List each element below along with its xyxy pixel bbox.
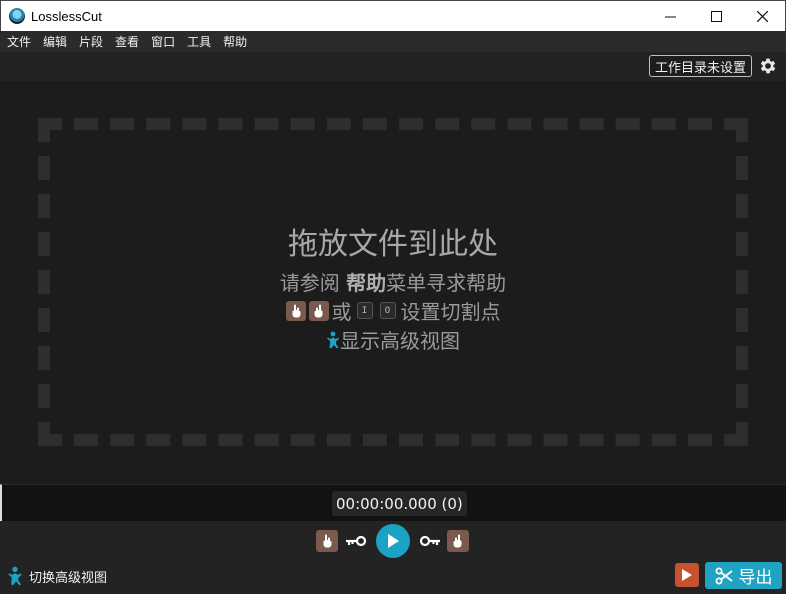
set-cut-end-button[interactable] (308, 300, 329, 321)
playback-controls: 切换高级视图 导出 (0, 521, 786, 594)
minimize-button[interactable] (647, 1, 693, 31)
export-label: 导出 (738, 568, 773, 588)
minimize-icon (664, 16, 676, 17)
keyframe-prev-icon[interactable] (345, 532, 367, 550)
toggle-advanced-view-label: 切换高级视图 (29, 570, 108, 586)
scissors-icon (715, 567, 733, 584)
menu-view[interactable]: 查看 (115, 33, 139, 50)
menu-segments[interactable]: 片段 (79, 33, 103, 50)
cut-or-text: 或 (331, 300, 352, 324)
drop-title: 拖放文件到此处 (288, 227, 498, 262)
play-icon (388, 534, 399, 548)
set-cut-end-control[interactable] (447, 530, 469, 552)
hand-end-icon (453, 534, 462, 548)
menu-bar: 文件 编辑 片段 查看 窗口 工具 帮助 (0, 31, 786, 52)
menu-help[interactable]: 帮助 (223, 33, 247, 50)
set-cut-start-button[interactable] (285, 300, 306, 321)
cutpoint-hint: 或 I O 设置切割点 (0, 296, 786, 325)
toggle-advanced-view-button[interactable]: 切换高级视图 (7, 565, 107, 587)
advanced-view-text: 显示高级视图 (340, 329, 460, 353)
help-hint: 请参阅 帮助菜单寻求帮助 (0, 267, 786, 296)
hand-end-icon (314, 304, 322, 317)
menu-window[interactable]: 窗口 (151, 33, 175, 50)
help-prefix: 请参阅 (279, 271, 347, 295)
advanced-figure-icon (327, 331, 339, 348)
play-button[interactable] (376, 524, 410, 558)
hand-start-icon (323, 534, 332, 548)
advanced-figure-icon (8, 566, 22, 586)
drop-instructions: 拖放文件到此处 请参阅 帮助菜单寻求帮助 或 I O 设置切割点 显示高级视图 (0, 81, 786, 484)
maximize-icon (710, 10, 722, 22)
title-bar: LosslessCut (0, 0, 786, 31)
key-i: I (356, 302, 373, 319)
window-title: LosslessCut (31, 8, 102, 24)
maximize-button[interactable] (693, 1, 739, 31)
hand-start-icon (292, 304, 300, 317)
export-button[interactable]: 导出 (705, 562, 782, 589)
top-toolbar: 工作目录未设置 (0, 52, 786, 81)
keyframe-next-icon[interactable] (419, 532, 441, 550)
drop-area[interactable]: 拖放文件到此处 请参阅 帮助菜单寻求帮助 或 I O 设置切割点 显示高级视图 (0, 81, 786, 484)
working-directory-button[interactable]: 工作目录未设置 (648, 55, 752, 77)
menu-file[interactable]: 文件 (7, 33, 31, 50)
set-cut-start-control[interactable] (316, 530, 338, 552)
close-button[interactable] (739, 1, 785, 31)
cut-suffix-text: 设置切割点 (400, 300, 501, 324)
timecode-display[interactable]: 00:00:00.000 (0) (332, 491, 467, 516)
app-logo-icon (9, 8, 25, 24)
close-icon (756, 10, 768, 22)
key-o: O (379, 302, 396, 319)
help-link: 帮助 (346, 271, 387, 295)
export-mode-button[interactable] (675, 563, 699, 587)
menu-edit[interactable]: 编辑 (43, 33, 67, 50)
menu-tools[interactable]: 工具 (187, 33, 211, 50)
advanced-view-link[interactable]: 显示高级视图 (0, 325, 786, 354)
gear-icon[interactable] (758, 56, 778, 76)
help-suffix: 菜单寻求帮助 (386, 271, 507, 295)
play-box-icon (682, 569, 692, 581)
timeline[interactable]: 00:00:00.000 (0) (0, 484, 786, 521)
window-controls (647, 1, 785, 31)
